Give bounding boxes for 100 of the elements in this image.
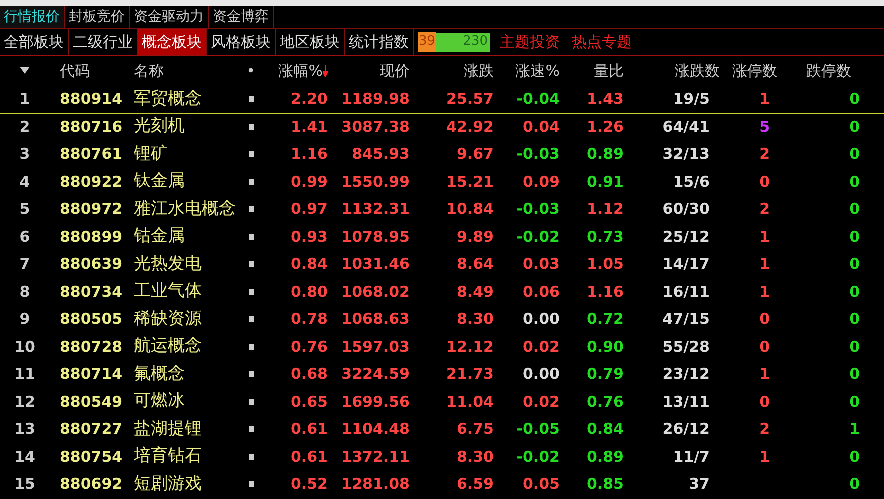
- up-count: 230: [463, 33, 489, 52]
- speed-cell-text: -0.05: [516, 419, 560, 440]
- name-cell-text: 航运概念: [133, 335, 203, 358]
- table-row[interactable]: 7 880639 光热发电 0.84 1031.46 8.64 0.03 1.05 14/17 1 0: [0, 251, 884, 278]
- price-cell-text: 1189.98: [340, 89, 410, 110]
- top-tab[interactable]: 资金驱动力: [130, 6, 209, 28]
- top-tab[interactable]: 封板竞价: [65, 6, 130, 28]
- sector-tab[interactable]: 风格板块: [207, 29, 276, 55]
- rank-cell-text: 4: [18, 172, 32, 192]
- limit-down-cell-text: 0: [848, 474, 861, 495]
- table-row[interactable]: 15 880692 短剧游戏 0.52 1281.08 6.59 0.05 0.85 37 0: [0, 471, 884, 498]
- up-down-cell-text: 60/30: [662, 199, 711, 220]
- down-count: 39: [418, 32, 436, 52]
- table-row[interactable]: 4 880922 钛金属 0.99 1550.99 15.21 0.09 0.91 15/6 0 0: [0, 168, 884, 196]
- diff-cell-text: 9.67: [456, 144, 494, 165]
- code-cell-text: 880914: [59, 89, 122, 110]
- column-header[interactable]: 跌停数: [790, 60, 868, 82]
- table-row[interactable]: 8 880734 工业气体 0.80 1068.02 8.49 0.06 1.16 16/11 1 0: [0, 278, 884, 306]
- column-header[interactable]: 代码: [50, 60, 122, 82]
- change-cell-text: 0.93: [290, 226, 328, 248]
- diff-cell-text: 8.49: [456, 282, 494, 302]
- table-row[interactable]: 10 880728 航运概念 0.76 1597.03 12.12 0.02 0.90 55/28 0 0: [0, 334, 884, 361]
- rank-cell-text: 1: [18, 89, 32, 110]
- column-header[interactable]: 涨速%: [494, 60, 560, 82]
- code-cell-text: 880754: [59, 446, 122, 468]
- sort-menu-icon[interactable]: [20, 67, 30, 75]
- sector-tab[interactable]: 概念板块: [138, 29, 207, 55]
- sector-tab[interactable]: 地区板块: [276, 29, 345, 55]
- volume-ratio-cell-text: 0.84: [586, 419, 624, 440]
- rank-cell-text: 15: [14, 474, 36, 495]
- limit-up-cell-text: 1: [758, 89, 771, 110]
- up-down-cell-text: 55/28: [662, 336, 711, 358]
- name-cell-text: 光热发电: [133, 252, 203, 276]
- price-cell-text: 1550.99: [340, 172, 410, 192]
- speed-cell-text: 0.09: [522, 172, 560, 192]
- volume-ratio-cell-text: 1.12: [586, 199, 624, 220]
- limit-up-cell-text: 0: [758, 336, 771, 358]
- column-header[interactable]: 涨幅%: [278, 60, 323, 82]
- speed-cell-text: -0.03: [516, 144, 560, 165]
- diff-cell-text: 6.75: [456, 419, 494, 440]
- top-tab[interactable]: 资金博弈: [209, 6, 274, 28]
- up-down-cell-text: 26/12: [662, 419, 711, 440]
- table-row[interactable]: 3 880761 锂矿 1.16 845.93 9.67 -0.03 0.89 32/13 2 0: [0, 141, 884, 168]
- column-header[interactable]: 现价: [328, 60, 410, 82]
- column-header[interactable]: •: [240, 60, 262, 82]
- table-row[interactable]: 14 880754 培育钻石 0.61 1372.11 8.30 -0.02 0.89 11/7 1 0: [0, 444, 884, 471]
- change-cell-text: 0.65: [290, 392, 328, 412]
- up-down-cell-text: 11/7: [672, 446, 711, 468]
- rank-cell-text: 3: [18, 144, 32, 165]
- price-cell-text: 3087.38: [340, 116, 410, 138]
- limit-up-cell-text: 1: [758, 254, 771, 275]
- rank-cell-text: 13: [14, 419, 36, 440]
- table-row[interactable]: 12 880549 可燃冰 0.65 1699.56 11.04 0.02 0.76 13/11 0 0: [0, 388, 884, 416]
- change-cell-text: 0.84: [290, 254, 328, 275]
- table-row[interactable]: 2 880716 光刻机 1.41 3087.38 42.92 0.04 1.26 64/41 5 0: [0, 114, 884, 141]
- up-down-cell-text: 23/12: [662, 364, 711, 385]
- table-row[interactable]: 5 880972 雅江水电概念 0.97 1132.31 10.84 -0.03 1.12 60/30 2 0: [0, 196, 884, 224]
- table-row[interactable]: 6 880899 钴金属 0.93 1078.95 9.89 -0.02 0.73 25/12 1 0: [0, 224, 884, 251]
- marker-icon: [248, 124, 254, 130]
- topic-link[interactable]: 热点专题: [566, 29, 638, 55]
- table-row[interactable]: 9 880505 稀缺资源 0.78 1068.63 8.30 0.00 0.72 47/15 0 0: [0, 306, 884, 334]
- diff-cell-text: 15.21: [446, 172, 494, 192]
- name-cell-text: 雅江水电概念: [133, 198, 237, 220]
- volume-ratio-cell-text: 0.73: [586, 226, 624, 248]
- table-row[interactable]: 1 880914 军贸概念 2.20 1189.98 25.57 -0.04 1.43 19/5 1 0: [0, 86, 884, 114]
- limit-up-cell-text: 1: [758, 282, 771, 302]
- table-row[interactable]: 11 880714 氟概念 0.68 3224.59 21.73 0.00 0.79 23/12 1 0: [0, 361, 884, 388]
- code-cell-text: 880761: [59, 144, 122, 165]
- sector-tab[interactable]: 全部板块: [0, 29, 69, 55]
- code-cell-text: 880549: [59, 392, 122, 412]
- diff-cell-text: 11.04: [446, 392, 494, 412]
- topic-link[interactable]: 主题投资: [494, 29, 566, 55]
- column-header[interactable]: 名称: [122, 60, 240, 82]
- code-cell-text: 880728: [59, 336, 122, 358]
- column-header[interactable]: 涨停数: [720, 60, 790, 82]
- name-cell-text: 钴金属: [133, 225, 186, 248]
- change-cell-text: 0.80: [290, 282, 328, 302]
- diff-cell-text: 25.57: [446, 89, 494, 110]
- table-row[interactable]: 13 880727 盐湖提锂 0.61 1104.48 6.75 -0.05 0.84 26/12 2 1: [0, 416, 884, 444]
- column-header[interactable]: 量比: [560, 60, 624, 82]
- price-cell-text: 1281.08: [340, 474, 410, 495]
- change-cell-text: 1.16: [290, 144, 328, 165]
- rank-cell-text: 12: [14, 392, 36, 412]
- speed-cell-text: -0.02: [516, 226, 560, 248]
- up-down-cell-text: 13/11: [662, 392, 711, 412]
- change-cell-text: 0.97: [290, 199, 328, 220]
- name-cell-text: 氟概念: [133, 362, 186, 386]
- up-down-cell-text: 15/6: [672, 172, 711, 192]
- rank-cell-text: 9: [18, 309, 32, 330]
- column-header[interactable]: 涨跌: [410, 60, 494, 82]
- code-cell-text: 880692: [59, 474, 122, 495]
- price-cell-text: 1068.63: [340, 309, 410, 330]
- column-header[interactable]: 涨跌数: [624, 60, 720, 82]
- limit-up-cell-text: 1: [758, 364, 771, 385]
- price-cell-text: 1031.46: [340, 254, 410, 275]
- sector-tab[interactable]: 统计指数: [345, 29, 414, 55]
- top-tab[interactable]: 行情报价: [0, 6, 65, 28]
- code-cell-text: 880716: [59, 116, 122, 138]
- limit-down-cell-text: 0: [848, 116, 861, 138]
- speed-cell-text: -0.04: [516, 89, 560, 110]
